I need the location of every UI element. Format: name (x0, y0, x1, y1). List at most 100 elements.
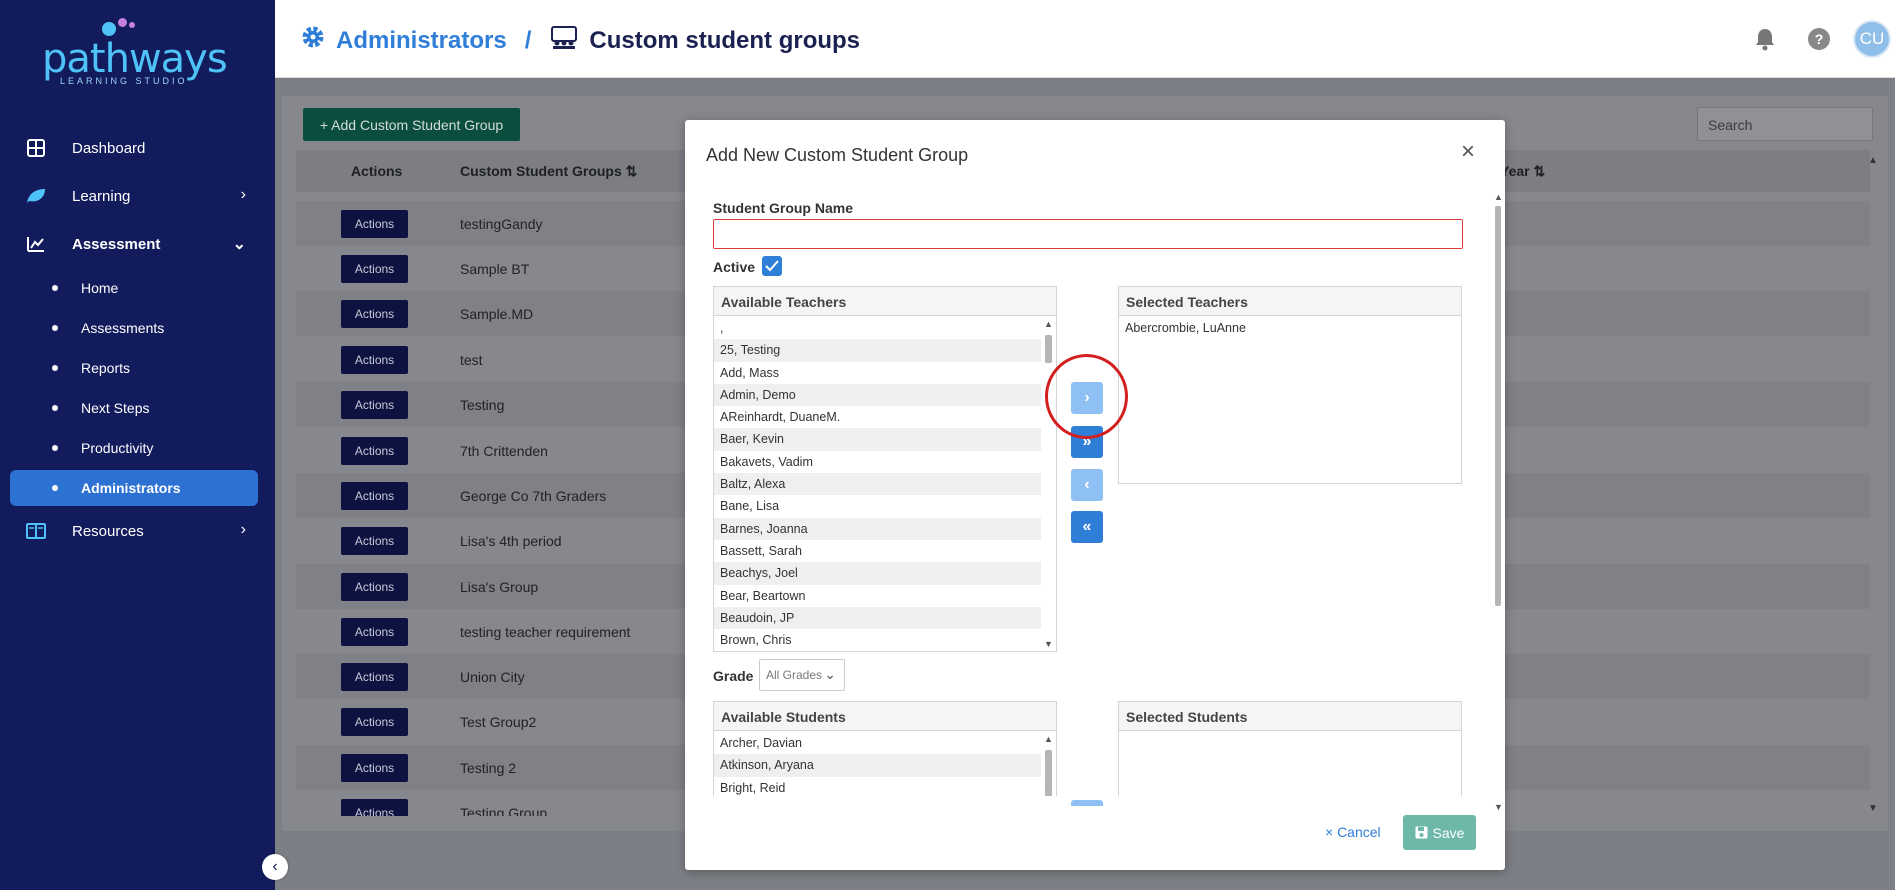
sidebar-item-learning[interactable]: Learning › (10, 178, 258, 214)
list-item[interactable]: Brown, Chris (714, 629, 1041, 651)
row-actions-button[interactable]: Actions (341, 300, 408, 328)
row-actions-button[interactable]: Actions (341, 663, 408, 691)
scroll-thumb[interactable] (1045, 750, 1052, 796)
list-item[interactable]: Baer, Kevin (714, 428, 1041, 451)
column-header-year[interactable]: Year ⇅ (1500, 163, 1545, 180)
list-item[interactable]: Beaudoin, JP (714, 606, 1041, 630)
row-actions-button[interactable]: Actions (341, 437, 408, 465)
teachers-scrollbar[interactable]: ▲ ▼ (1041, 317, 1056, 651)
group-name-cell: Sample BT (460, 261, 530, 277)
grade-label: Grade (713, 668, 754, 684)
leaf-icon (24, 186, 48, 206)
list-item[interactable]: Baltz, Alexa (714, 473, 1041, 496)
list-item[interactable]: Bright, Reid (714, 777, 1041, 796)
chevron-down-icon: ⌄ (824, 666, 836, 682)
list-item[interactable]: Bakavets, Vadim (714, 451, 1041, 473)
available-teachers-list[interactable]: , 25, Testing Add, Mass Admin, Demo AReinhar… (714, 317, 1041, 651)
search-input[interactable]: Search (1697, 107, 1873, 141)
available-teachers-header: Available Teachers (714, 287, 1056, 316)
available-students-list[interactable]: Archer, Davian Atkinson, Aryana Bright, Re… (714, 732, 1041, 796)
active-checkbox[interactable] (762, 256, 782, 276)
sidebar-subitem-label: Next Steps (81, 400, 150, 416)
scroll-up-icon: ▲ (1868, 155, 1878, 166)
sidebar-subitem-next-steps[interactable]: Next Steps (10, 390, 258, 426)
sidebar-subitem-label: Administrators (81, 480, 181, 496)
save-button[interactable]: Save (1403, 815, 1476, 850)
breadcrumb-administrators[interactable]: Administrators (336, 27, 507, 55)
row-actions-button[interactable]: Actions (341, 754, 408, 782)
move-selected-left-button[interactable]: ‹ (1071, 469, 1103, 501)
pathways-logo[interactable]: pathways LEARNING STUDIO (40, 16, 240, 88)
list-item[interactable]: 25, Testing (714, 339, 1041, 362)
row-actions-button[interactable]: Actions (341, 391, 408, 419)
list-item[interactable]: AReinhardt, DuaneM. (714, 406, 1041, 428)
list-item[interactable]: Add, Mass (714, 362, 1041, 384)
chevron-down-icon: ⌄ (232, 236, 246, 253)
bullet-icon (52, 485, 58, 491)
list-item[interactable]: Beachys, Joel (714, 562, 1041, 585)
logo-subtitle: LEARNING STUDIO (60, 76, 188, 86)
sidebar-subitem-productivity[interactable]: Productivity (10, 430, 258, 466)
row-actions-button[interactable]: Actions (341, 573, 408, 601)
list-item[interactable]: Admin, Demo (714, 383, 1041, 407)
group-name-input[interactable] (713, 219, 1463, 249)
save-label: Save (1432, 824, 1465, 841)
scroll-up-icon: ▲ (1494, 192, 1503, 202)
bullet-icon (52, 325, 58, 331)
breadcrumb-separator: / (524, 26, 532, 54)
avatar[interactable]: CU (1853, 20, 1891, 58)
row-actions-button[interactable]: Actions (341, 618, 408, 646)
sidebar-item-assessment[interactable]: Assessment ⌄ (10, 226, 258, 262)
sidebar-subitem-administrators[interactable]: Administrators (10, 470, 258, 506)
bell-icon[interactable] (1752, 26, 1778, 52)
list-item[interactable]: Atkinson, Aryana (714, 754, 1041, 777)
sidebar-item-resources[interactable]: Resources › (10, 513, 258, 549)
list-item[interactable]: Bassett, Sarah (714, 540, 1041, 562)
selected-teachers-list[interactable]: Abercrombie, LuAnne (1119, 317, 1461, 483)
grade-select[interactable]: All Grades ⌄ (759, 659, 845, 691)
sidebar-item-dashboard[interactable]: Dashboard (10, 130, 258, 166)
row-actions-button[interactable]: Actions (341, 527, 408, 555)
move-student-right-button[interactable] (1071, 800, 1103, 806)
list-item[interactable]: Bear, Beartown (714, 585, 1041, 607)
cancel-button[interactable]: × Cancel (1325, 824, 1381, 840)
row-actions-button[interactable]: Actions (341, 799, 408, 816)
row-actions-button[interactable]: Actions (341, 255, 408, 283)
row-actions-button[interactable]: Actions (341, 482, 408, 510)
modal-scrollbar[interactable]: ▲ ▼ (1493, 192, 1503, 812)
check-icon (765, 260, 779, 272)
grid-icon (24, 138, 48, 158)
sidebar-subitem-label: Reports (81, 360, 131, 376)
list-item[interactable]: Barnes, Joanna (714, 517, 1041, 540)
collapse-sidebar-button[interactable]: ‹ (262, 854, 288, 880)
list-item[interactable]: Abercrombie, LuAnne (1119, 317, 1461, 339)
sidebar-subitem-label: Assessments (81, 320, 165, 336)
available-students-panel: Available Students Archer, Davian Atkinso… (713, 701, 1057, 796)
row-actions-button[interactable]: Actions (341, 708, 408, 736)
page-title: Custom student groups (589, 26, 861, 54)
sidebar-subitem-reports[interactable]: Reports (10, 350, 258, 386)
scroll-thumb[interactable] (1045, 335, 1052, 363)
help-icon[interactable]: ? (1806, 26, 1832, 52)
sidebar-subitem-assessments[interactable]: Assessments (10, 310, 258, 346)
sidebar-subitem-home[interactable]: Home (10, 270, 258, 306)
bullet-icon (52, 405, 58, 411)
list-item[interactable]: Archer, Davian (714, 732, 1041, 754)
students-scrollbar[interactable]: ▲ (1041, 732, 1056, 796)
row-actions-button[interactable]: Actions (341, 210, 408, 238)
modal-title: Add New Custom Student Group (706, 145, 969, 165)
table-scrollbar[interactable]: ▲ ▼ (1868, 155, 1878, 815)
scroll-thumb[interactable] (1495, 206, 1501, 606)
column-header-groups[interactable]: Custom Student Groups ⇅ (460, 163, 637, 180)
logo-dot-icon (129, 22, 135, 28)
active-label: Active (713, 259, 756, 275)
move-all-left-button[interactable]: « (1071, 511, 1103, 543)
add-custom-student-group-button[interactable]: + Add Custom Student Group (303, 108, 520, 141)
row-actions-button[interactable]: Actions (341, 346, 408, 374)
close-icon[interactable]: × (1461, 140, 1475, 164)
scroll-down-icon: ▼ (1494, 802, 1503, 812)
list-item[interactable]: , (714, 317, 1041, 339)
selected-students-panel: Selected Students (1118, 701, 1462, 796)
list-item[interactable]: Bane, Lisa (714, 495, 1041, 517)
group-name-cell: Test Group2 (460, 714, 537, 730)
